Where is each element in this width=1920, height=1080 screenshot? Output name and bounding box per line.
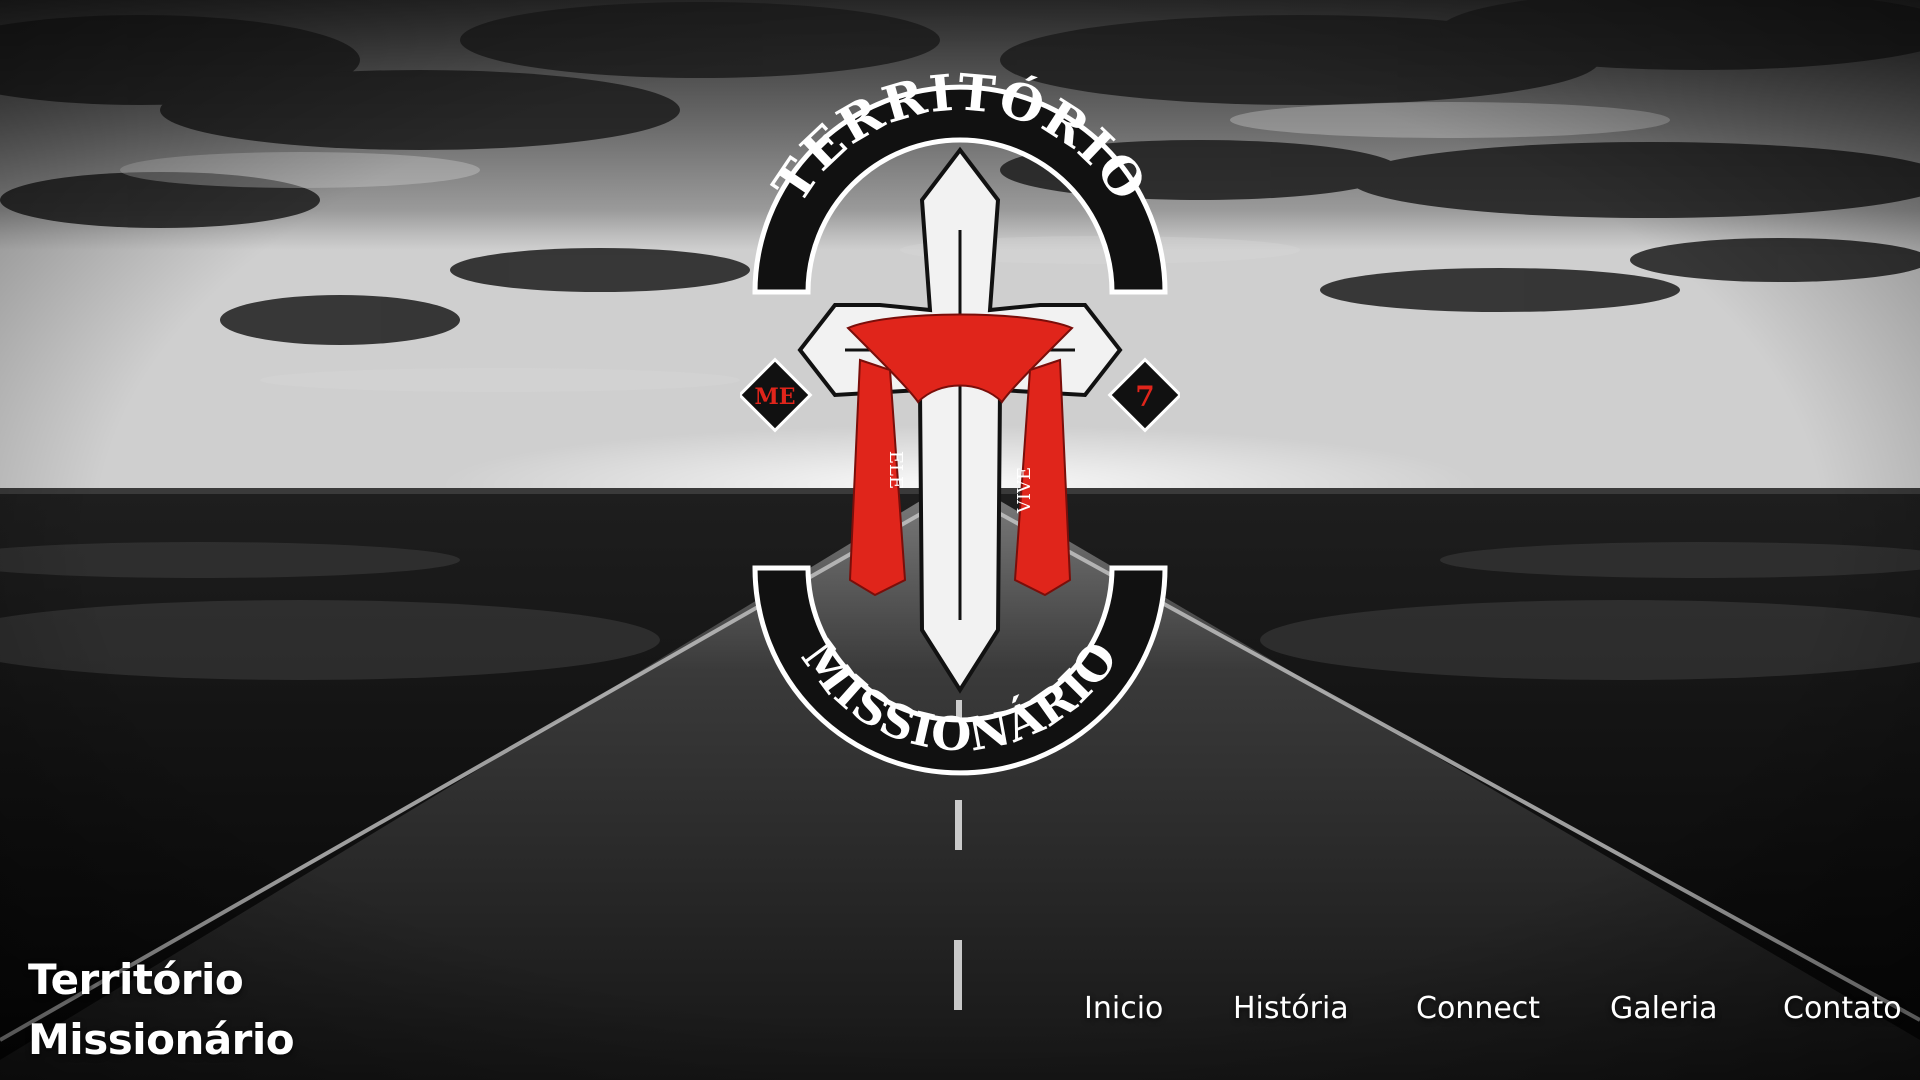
badge-right: 7: [1107, 357, 1180, 433]
nav-item-inicio[interactable]: Inicio: [1084, 984, 1163, 1034]
nav-item-historia[interactable]: História: [1233, 984, 1349, 1034]
nav-item-galeria[interactable]: Galeria: [1610, 984, 1717, 1034]
nav-item-contato[interactable]: Contato: [1783, 984, 1902, 1034]
banner-right-text: VIVE: [1014, 467, 1035, 514]
nav-item-connect[interactable]: Connect: [1416, 984, 1540, 1034]
badge-left: ME: [740, 357, 813, 433]
main-nav: Inicio História Connect Galeria Contato: [0, 984, 1920, 1034]
badge-right-text: 7: [1135, 380, 1154, 413]
cross-icon: [797, 146, 1123, 694]
hero-section: TERRITÓRIO MISSIONÁRIO ELE VIVE ME 7 Ter…: [0, 0, 1920, 1080]
territorio-missionario-logo: TERRITÓRIO MISSIONÁRIO ELE VIVE ME 7: [740, 62, 1180, 776]
banner-left-text: ELE: [885, 451, 906, 489]
badge-left-text: ME: [754, 384, 795, 410]
